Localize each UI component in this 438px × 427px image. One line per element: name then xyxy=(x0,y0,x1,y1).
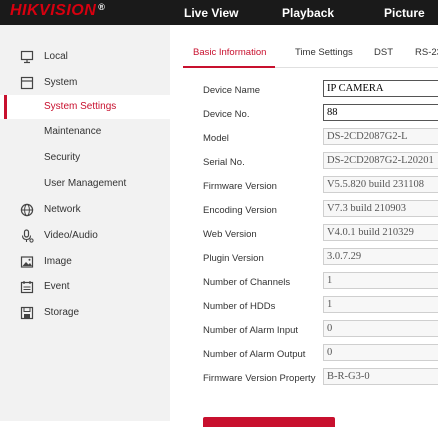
sidebar-item-label: System xyxy=(44,77,78,88)
nav-live-view[interactable]: Live View xyxy=(184,6,238,20)
field-label: Firmware Version Property xyxy=(203,373,316,384)
active-tab-underline xyxy=(183,66,275,68)
sidebar-item-label: Video/Audio xyxy=(44,230,98,241)
system-icon xyxy=(20,76,34,90)
field-label: Number of Alarm Input xyxy=(203,325,299,336)
sidebar-item-network[interactable]: Network xyxy=(0,198,170,222)
field-encoding-version: Encoding Version V7.3 build 210903 xyxy=(203,200,438,220)
sidebar-item-storage[interactable]: Storage xyxy=(0,301,170,325)
sidebar-item-user-management[interactable]: User Management xyxy=(0,172,170,196)
field-model: Model DS-2CD2087G2-L xyxy=(203,128,438,148)
tab-bar: Basic Information Time Settings DST RS-2… xyxy=(183,39,438,68)
field-label: Number of HDDs xyxy=(203,301,276,312)
field-plugin-version: Plugin Version 3.0.7.29 xyxy=(203,248,438,268)
alarm-input-value: 0 xyxy=(323,320,438,337)
tab-dst[interactable]: DST xyxy=(374,47,393,58)
field-label: Plugin Version xyxy=(203,253,264,264)
field-firmware-version-property: Firmware Version Property B-R-G3-0 xyxy=(203,368,438,388)
sidebar-item-system[interactable]: System xyxy=(0,71,170,95)
sidebar-item-label: Local xyxy=(44,51,68,62)
globe-icon xyxy=(20,203,34,217)
sidebar-item-label: Network xyxy=(44,204,81,215)
firmware-version-value: V5.5.820 build 231108 xyxy=(323,176,438,193)
alarm-output-value: 0 xyxy=(323,344,438,361)
field-number-of-hdds: Number of HDDs 1 xyxy=(203,296,438,316)
field-number-of-channels: Number of Channels 1 xyxy=(203,272,438,292)
logo-text: HIKVISION xyxy=(10,2,97,19)
sidebar-item-label: Event xyxy=(44,281,70,292)
number-of-channels-value: 1 xyxy=(323,272,438,289)
sidebar-item-security[interactable]: Security xyxy=(0,146,170,170)
sidebar-item-label: Image xyxy=(44,256,72,267)
tab-time-settings[interactable]: Time Settings xyxy=(295,47,353,58)
field-firmware-version: Firmware Version V5.5.820 build 231108 xyxy=(203,176,438,196)
field-label: Number of Alarm Output xyxy=(203,349,306,360)
main-panel: Basic Information Time Settings DST RS-2… xyxy=(170,25,438,427)
sidebar-item-label: Security xyxy=(44,152,81,163)
sidebar-item-maintenance[interactable]: Maintenance xyxy=(0,120,170,144)
field-label: Model xyxy=(203,133,229,144)
sidebar-item-label: Maintenance xyxy=(44,126,102,137)
sidebar-item-label: Storage xyxy=(44,307,80,318)
field-label: Number of Channels xyxy=(203,277,291,288)
field-label: Device No. xyxy=(203,109,250,120)
monitor-icon xyxy=(20,50,34,64)
field-label: Web Version xyxy=(203,229,257,240)
plugin-version-value: 3.0.7.29 xyxy=(323,248,438,265)
image-icon xyxy=(20,255,34,269)
nav-picture[interactable]: Picture xyxy=(384,6,425,20)
field-number-of-alarm-output: Number of Alarm Output 0 xyxy=(203,344,438,364)
device-name-input[interactable]: IP CAMERA xyxy=(323,80,438,97)
field-web-version: Web Version V4.0.1 build 210329 xyxy=(203,224,438,244)
field-number-of-alarm-input: Number of Alarm Input 0 xyxy=(203,320,438,340)
sidebar-item-video-audio[interactable]: Video/Audio xyxy=(0,224,170,248)
tab-rs232[interactable]: RS-232 xyxy=(415,47,438,58)
encoding-version-value: V7.3 build 210903 xyxy=(323,200,438,217)
field-label: Serial No. xyxy=(203,157,245,168)
field-serial-no: Serial No. DS-2CD2087G2-L20201 xyxy=(203,152,438,172)
sidebar-item-event[interactable]: Event xyxy=(0,275,170,299)
sidebar-item-image[interactable]: Image xyxy=(0,250,170,274)
field-label: Firmware Version xyxy=(203,181,277,192)
field-device-no: Device No. 88 xyxy=(203,104,438,124)
field-device-name: Device Name IP CAMERA xyxy=(203,80,438,100)
number-of-hdds-value: 1 xyxy=(323,296,438,313)
firmware-property-value: B-R-G3-0 xyxy=(323,368,438,385)
web-version-value: V4.0.1 build 210329 xyxy=(323,224,438,241)
nav-playback[interactable]: Playback xyxy=(282,6,334,20)
hikvision-logo: HIKVISION ® xyxy=(10,2,105,20)
storage-icon xyxy=(20,306,34,320)
logo-registered-mark: ® xyxy=(98,2,106,12)
sidebar: Local System System Settings Maintenance… xyxy=(0,25,170,421)
device-no-input[interactable]: 88 xyxy=(323,104,438,121)
calendar-icon xyxy=(20,280,34,294)
sidebar-item-system-settings[interactable]: System Settings xyxy=(0,95,170,119)
save-button[interactable] xyxy=(203,417,335,427)
tab-basic-information[interactable]: Basic Information xyxy=(193,47,266,58)
sidebar-item-local[interactable]: Local xyxy=(0,45,170,69)
field-label: Encoding Version xyxy=(203,205,277,216)
top-bar: HIKVISION ® Live View Playback Picture xyxy=(0,0,438,25)
model-value: DS-2CD2087G2-L xyxy=(323,128,438,145)
microphone-icon xyxy=(20,229,34,243)
sidebar-item-label: System Settings xyxy=(44,101,117,112)
field-label: Device Name xyxy=(203,85,261,96)
serial-no-value: DS-2CD2087G2-L20201 xyxy=(323,152,438,169)
active-indicator xyxy=(4,95,7,119)
sidebar-item-label: User Management xyxy=(44,178,127,189)
